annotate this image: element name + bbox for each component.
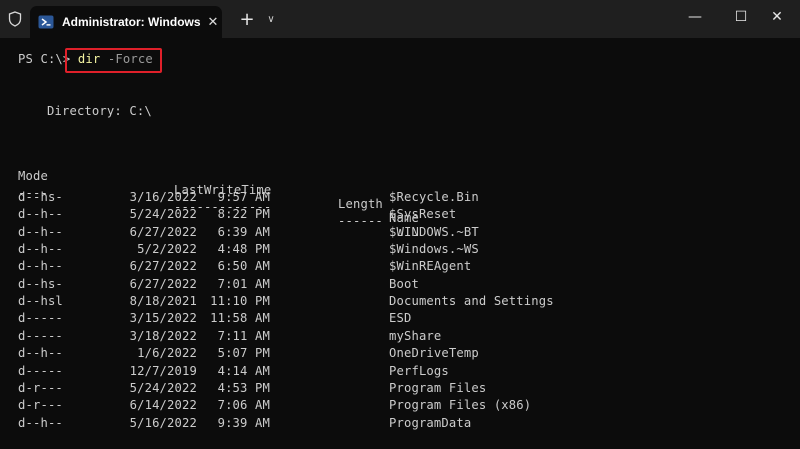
row-date: 5/16/2022 (129, 415, 197, 430)
row-mode: d--h-- (18, 242, 63, 257)
row-date: 6/27/2022 (129, 224, 197, 239)
directory-label: Directory: C:\ (47, 104, 152, 118)
row-name: myShare (389, 328, 442, 343)
row-name: PerfLogs (389, 363, 449, 378)
powershell-icon (38, 14, 54, 30)
tab-dropdown-icon[interactable]: ∨ (262, 14, 280, 25)
row-time: 6:50 AM (217, 259, 270, 274)
row-time: 4:53 PM (217, 380, 270, 395)
tab-close-icon[interactable]: ✕ (204, 15, 222, 30)
row-name: Boot (389, 276, 419, 291)
row-mode: d--h-- (18, 207, 63, 222)
highlight-box (65, 48, 162, 73)
row-mode: d-r--- (18, 398, 63, 413)
row-mode: d----- (18, 311, 63, 326)
row-date: 5/24/2022 (129, 380, 197, 395)
row-name: Program Files (389, 380, 487, 395)
minimize-button[interactable]: — (672, 0, 718, 34)
row-date: 6/27/2022 (129, 259, 197, 274)
row-time: 5:07 PM (217, 346, 270, 361)
row-name: $SysReset (389, 207, 457, 222)
row-mode: d--h-- (18, 415, 63, 430)
row-time: 11:58 AM (210, 311, 270, 326)
row-time: 9:57 AM (217, 190, 270, 204)
row-name: $Windows.~WS (389, 242, 479, 257)
row-date: 1/6/2022 (137, 346, 197, 361)
row-date: 8/18/2021 (129, 294, 197, 309)
row-mode: d--h-- (18, 346, 63, 361)
row-name: $WINDOWS.~BT (389, 224, 479, 239)
row-name: Documents and Settings (389, 294, 554, 309)
row-mode: d--h-- (18, 224, 63, 239)
row-date: 3/18/2022 (129, 328, 197, 343)
row-name: $WinREAgent (389, 259, 472, 274)
row-name: OneDriveTemp (389, 346, 479, 361)
row-time: 6:39 AM (217, 224, 270, 239)
prompt: PS C:\> (18, 52, 71, 66)
row-mode: d--h-- (18, 259, 63, 274)
terminal-window: Administrator: Windows Powe ✕ + ∨ — ☐ ✕ … (0, 0, 800, 449)
row-time: 7:11 AM (217, 328, 270, 343)
row-time: 9:39 AM (217, 415, 270, 430)
row-date: 12/7/2019 (129, 363, 197, 378)
row-name: Program Files (x86) (389, 398, 532, 413)
row-date: 3/15/2022 (129, 311, 197, 326)
row-time: 7:06 AM (217, 398, 270, 413)
title-bar[interactable]: Administrator: Windows Powe ✕ + ∨ — ☐ ✕ (0, 0, 800, 38)
terminal-output[interactable]: PS C:\> dir -Force Directory: C:\ Mode L… (0, 38, 800, 449)
row-date: 6/14/2022 (129, 398, 197, 413)
row-date: 3/16/2022 (129, 190, 197, 204)
tab-administrator-powershell[interactable]: Administrator: Windows Powe ✕ (30, 6, 222, 38)
row-name: ESD (389, 311, 412, 326)
row-mode: d----- (18, 363, 63, 378)
tab-title: Administrator: Windows Powe (62, 15, 204, 29)
row-mode: d-r--- (18, 380, 63, 395)
shield-icon (0, 0, 30, 38)
row-mode: d--hs- (18, 276, 63, 291)
row-time: 4:14 AM (217, 363, 270, 378)
row-name: $Recycle.Bin (389, 190, 479, 204)
close-button[interactable]: ✕ (754, 0, 800, 34)
row-time: 11:10 PM (210, 294, 270, 309)
row-mode: d----- (18, 328, 63, 343)
underline-length: ------ (338, 214, 383, 228)
row-mode: d--hsl (18, 294, 63, 309)
row-date: 5/2/2022 (137, 242, 197, 257)
row-time: 4:48 PM (217, 242, 270, 257)
row-date: 6/27/2022 (129, 276, 197, 291)
row-name: ProgramData (389, 415, 472, 430)
row-date: 5/24/2022 (129, 207, 197, 222)
row-time: 7:01 AM (217, 276, 270, 291)
new-tab-button[interactable]: + (232, 9, 262, 30)
row-time: 8:22 PM (217, 207, 270, 222)
row-mode: d--hs- (18, 190, 63, 204)
